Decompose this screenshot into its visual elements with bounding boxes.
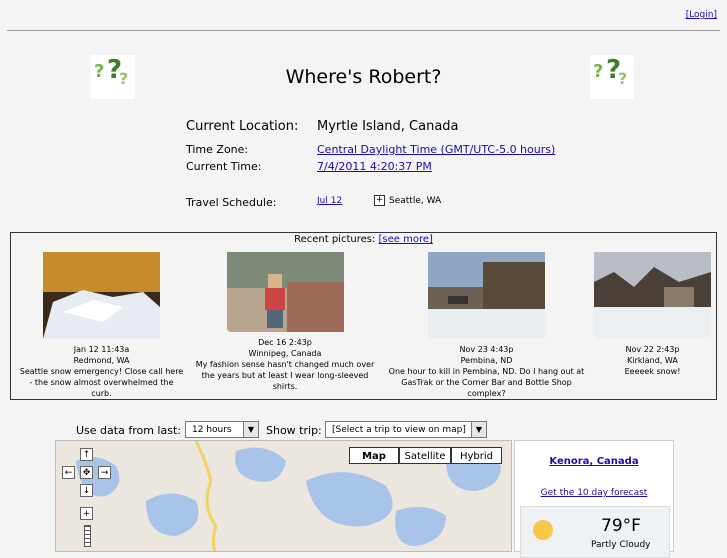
picture-date: Dec 16 2:43p	[258, 338, 312, 347]
picture-caption: Seattle snow emergency! Close call here …	[19, 367, 184, 398]
pan-down-icon[interactable]: ↓	[80, 484, 93, 497]
weather-current: 79°F Partly Cloudy	[520, 506, 670, 558]
picture-place: Redmond, WA	[73, 356, 130, 365]
schedule-date-link[interactable]: Jul 12	[317, 196, 342, 206]
partly-cloudy-icon	[533, 520, 553, 540]
pan-left-icon[interactable]: ←	[62, 466, 75, 479]
forecast-link[interactable]: Get the 10 day forecast	[515, 488, 673, 498]
schedule-destination: Seattle, WA	[389, 195, 442, 206]
map-type-map-button[interactable]: Map	[349, 447, 399, 464]
use-data-label: Use data from last:	[76, 424, 181, 437]
page-title: Where's Robert?	[285, 66, 442, 88]
picture-thumbnail[interactable]	[594, 252, 711, 339]
pan-center-icon[interactable]: ✥	[80, 466, 93, 479]
show-trip-label: Show trip:	[266, 424, 322, 437]
weather-temperature: 79°F	[601, 516, 641, 536]
trip-select[interactable]: [Select a trip to view on map] ▼	[325, 421, 487, 438]
picture-item[interactable]: Dec 16 2:43p Winnipeg, Canada My fashion…	[195, 252, 375, 392]
picture-caption: Eeeeek snow!	[624, 367, 681, 376]
picture-date: Nov 23 4:43p	[459, 345, 514, 354]
zoom-slider[interactable]	[84, 525, 91, 547]
picture-date: Nov 22 2:43p	[625, 345, 680, 354]
login-link[interactable]: [Login]	[686, 10, 717, 20]
picture-item[interactable]: Nov 22 2:43p Kirkland, WA Eeeeek snow!	[594, 252, 711, 377]
pan-up-icon[interactable]: ↑	[80, 448, 93, 461]
time-label: Current Time:	[186, 160, 262, 173]
location-label: Current Location:	[186, 119, 299, 134]
picture-place: Winnipeg, Canada	[248, 349, 322, 358]
recent-pictures-panel: Recent pictures: [see more] Jan 12 11:43…	[10, 232, 717, 400]
weather-widget: Kenora, Canada Get the 10 day forecast 7…	[514, 440, 674, 558]
header-divider	[7, 30, 720, 31]
recent-label: Recent pictures:	[294, 234, 376, 245]
map-type-satellite-button[interactable]: Satellite	[399, 447, 451, 464]
picture-place: Pembina, ND	[460, 356, 513, 365]
picture-caption: My fashion sense hasn't changed much ove…	[195, 360, 375, 391]
zoom-in-icon[interactable]: +	[80, 507, 93, 520]
picture-item[interactable]: Jan 12 11:43a Redmond, WA Seattle snow e…	[19, 252, 184, 399]
expand-plus-icon[interactable]: +	[374, 195, 385, 206]
time-range-value: 12 hours	[192, 425, 232, 435]
picture-item[interactable]: Nov 23 4:43p Pembina, ND One hour to kil…	[383, 252, 590, 399]
recent-pictures-header: Recent pictures: [see more]	[11, 234, 716, 245]
schedule-entry: + Seattle, WA	[374, 195, 441, 206]
picture-date: Jan 12 11:43a	[73, 345, 130, 354]
timezone-label: Time Zone:	[186, 143, 249, 156]
time-range-select[interactable]: 12 hours ▼	[185, 421, 259, 438]
dropdown-arrow-icon[interactable]: ▼	[471, 422, 486, 437]
picture-caption: One hour to kill in Pembina, ND. Do I ha…	[388, 367, 585, 398]
timezone-link[interactable]: Central Daylight Time (GMT/UTC-5.0 hours…	[317, 143, 555, 156]
trip-select-value: [Select a trip to view on map]	[332, 425, 466, 435]
pan-right-icon[interactable]: →	[98, 466, 111, 479]
weather-condition: Partly Cloudy	[591, 540, 651, 550]
picture-thumbnail[interactable]	[43, 252, 160, 339]
location-value: Myrtle Island, Canada	[317, 119, 459, 134]
schedule-label: Travel Schedule:	[186, 196, 277, 209]
current-time-link[interactable]: 7/4/2011 4:20:37 PM	[317, 160, 432, 173]
map-type-hybrid-button[interactable]: Hybrid	[451, 447, 502, 464]
picture-thumbnail[interactable]	[226, 252, 344, 332]
picture-place: Kirkland, WA	[627, 356, 678, 365]
see-more-link[interactable]: [see more]	[379, 234, 433, 245]
dropdown-arrow-icon[interactable]: ▼	[243, 422, 258, 437]
weather-location-link[interactable]: Kenora, Canada	[515, 456, 673, 467]
picture-thumbnail[interactable]	[428, 252, 545, 339]
